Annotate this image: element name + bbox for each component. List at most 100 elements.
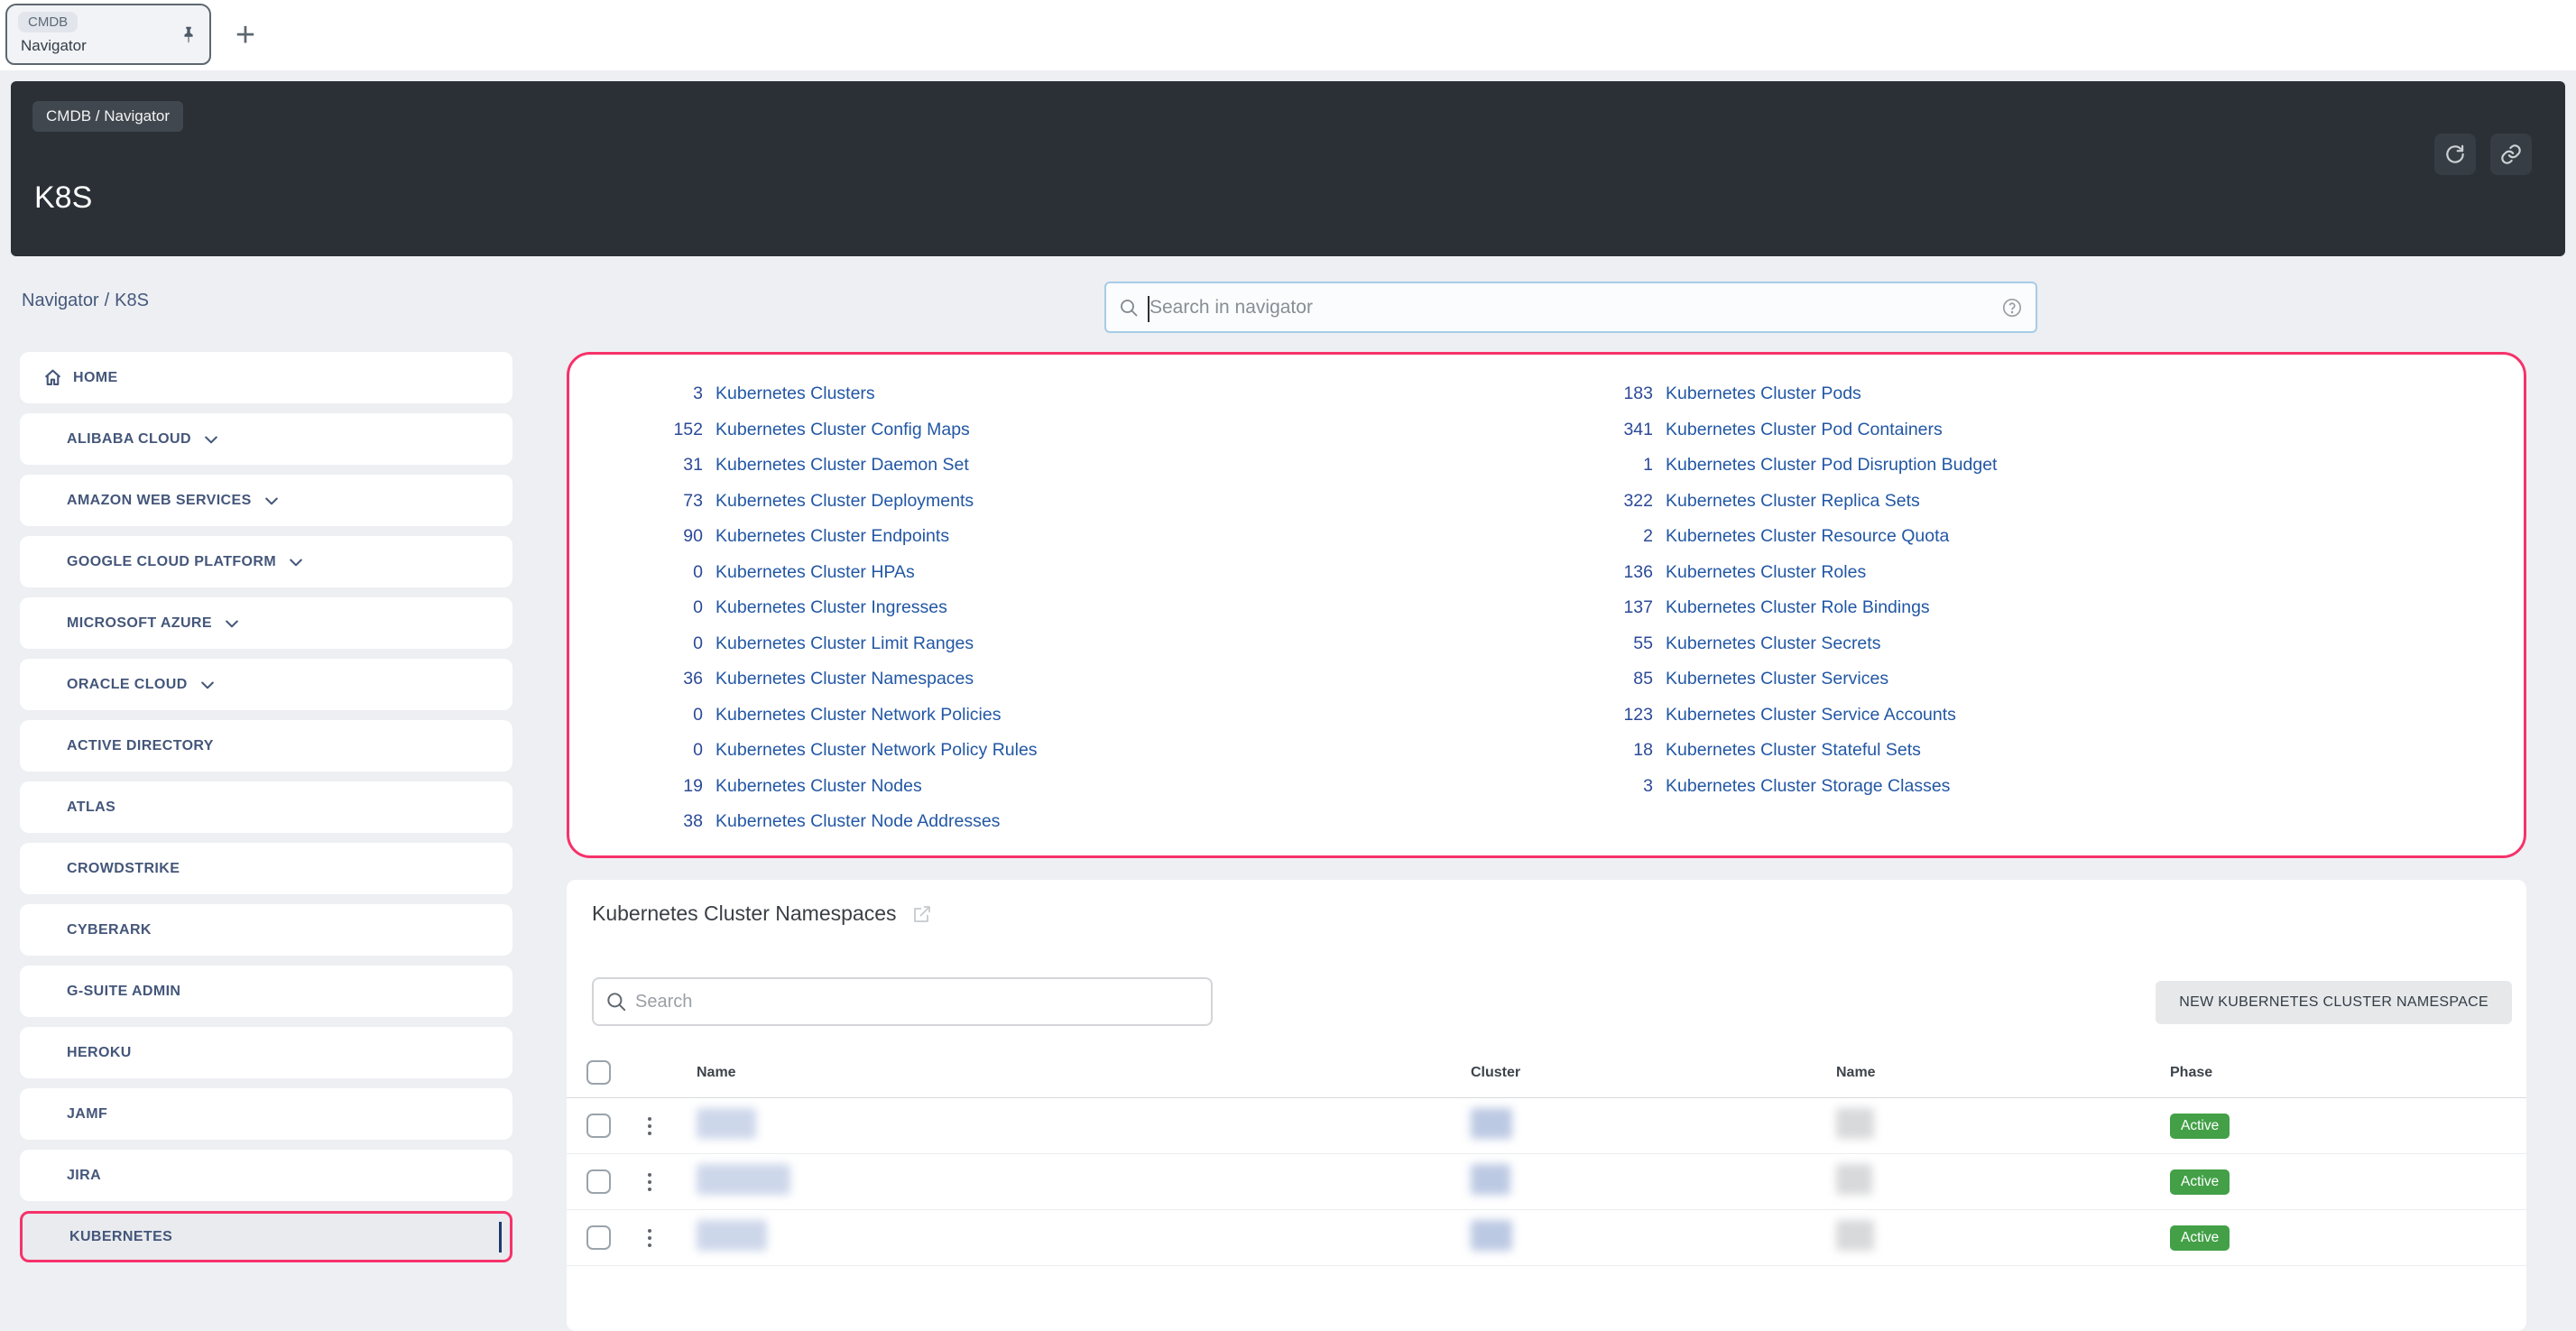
navigator-link-kubernetes-cluster-services[interactable]: Kubernetes Cluster Services [1666, 661, 1888, 698]
navigator-link-kubernetes-cluster-node-addresses[interactable]: Kubernetes Cluster Node Addresses [716, 804, 1000, 840]
kebab-menu-icon[interactable] [648, 1229, 652, 1247]
navigator-link-kubernetes-cluster-resource-quota[interactable]: Kubernetes Cluster Resource Quota [1666, 519, 1949, 555]
sidebar-item-amazon-web-services[interactable]: AMAZON WEB SERVICES [20, 475, 512, 526]
sidebar-item-label: HEROKU [67, 1045, 132, 1061]
sidebar-item-kubernetes[interactable]: KUBERNETES [20, 1211, 512, 1262]
sidebar-item-oracle-cloud[interactable]: ORACLE CLOUD [20, 659, 512, 710]
redacted-cluster-cell [1471, 1164, 1510, 1195]
link-count: 31 [569, 448, 703, 484]
navigator-link-kubernetes-cluster-nodes[interactable]: Kubernetes Cluster Nodes [716, 769, 922, 805]
navigator-links-left: 3Kubernetes Clusters152 Kubernetes Cluste… [569, 376, 1547, 834]
navigator-link-row: 36Kubernetes Cluster Namespaces [569, 661, 1547, 698]
sidebar-item-label: JAMF [67, 1106, 107, 1123]
help-icon[interactable] [2001, 297, 2023, 319]
navigator-search [1104, 282, 2037, 333]
kebab-menu-icon[interactable] [648, 1117, 652, 1135]
navigator-search-input[interactable] [1106, 283, 2036, 331]
navigator-link-kubernetes-clusters[interactable]: Kubernetes Clusters [716, 376, 875, 412]
pin-icon[interactable] [179, 24, 199, 44]
link-count: 123 [1547, 698, 1653, 734]
sidebar-item-label: CROWDSTRIKE [67, 861, 180, 877]
sidebar-item-jira[interactable]: JIRA [20, 1150, 512, 1201]
navigator-link-kubernetes-cluster-pod-disruption-budget[interactable]: Kubernetes Cluster Pod Disruption Budget [1666, 448, 1997, 484]
navigator-link-kubernetes-cluster-role-bindings[interactable]: Kubernetes Cluster Role Bindings [1666, 590, 1930, 626]
navigator-link-row: 0Kubernetes Cluster HPAs [569, 555, 1547, 591]
table-row: Active [567, 1154, 2526, 1210]
link-count: 55 [1547, 626, 1653, 662]
select-all-checkbox[interactable] [586, 1060, 611, 1085]
new-namespace-button[interactable]: NEW KUBERNETES CLUSTER NAMESPACE [2156, 981, 2512, 1024]
sidebar-item-label: GOOGLE CLOUD PLATFORM [67, 554, 276, 570]
sidebar-item-crowdstrike[interactable]: CROWDSTRIKE [20, 843, 512, 894]
navigator-link-kubernetes-cluster-stateful-sets[interactable]: Kubernetes Cluster Stateful Sets [1666, 733, 1921, 769]
redacted-name2-cell [1836, 1164, 1872, 1195]
navigator-link-kubernetes-cluster-namespaces[interactable]: Kubernetes Cluster Namespaces [716, 661, 974, 698]
navigator-link-kubernetes-cluster-network-policy-rules[interactable]: Kubernetes Cluster Network Policy Rules [716, 733, 1038, 769]
navigator-link-row: 183Kubernetes Cluster Pods [1547, 376, 2524, 412]
navigator-link-kubernetes-cluster-pod-containers[interactable]: Kubernetes Cluster Pod Containers [1666, 412, 1943, 448]
page-title: K8S [34, 180, 92, 216]
navigator-link-kubernetes-cluster-roles[interactable]: Kubernetes Cluster Roles [1666, 555, 1866, 591]
sidebar-item-google-cloud-platform[interactable]: GOOGLE CLOUD PLATFORM [20, 536, 512, 587]
sidebar-item-home[interactable]: HOME [20, 352, 512, 403]
navigator-link-kubernetes-cluster-replica-sets[interactable]: Kubernetes Cluster Replica Sets [1666, 484, 1920, 520]
row-checkbox[interactable] [586, 1114, 611, 1138]
kebab-menu-icon[interactable] [648, 1173, 652, 1191]
breadcrumb-separator: / [105, 291, 110, 310]
redacted-cluster-cell [1471, 1108, 1512, 1139]
navigator-link-kubernetes-cluster-pods[interactable]: Kubernetes Cluster Pods [1666, 376, 1861, 412]
table-header-row: Name Cluster Name Phase [567, 1048, 2526, 1098]
navigator-link-kubernetes-cluster-secrets[interactable]: Kubernetes Cluster Secrets [1666, 626, 1880, 662]
sidebar-item-atlas[interactable]: ATLAS [20, 781, 512, 833]
tab-label: Navigator [21, 37, 87, 55]
link-count: 322 [1547, 484, 1653, 520]
new-tab-button[interactable]: + [226, 9, 265, 61]
chevron-down-icon [202, 430, 220, 448]
phase-badge: Active [2170, 1225, 2230, 1251]
sidebar-item-active-directory[interactable]: ACTIVE DIRECTORY [20, 720, 512, 772]
namespaces-search-input[interactable] [594, 979, 1211, 1024]
navigator-link-row: 0Kubernetes Cluster Ingresses [569, 590, 1547, 626]
navigator-links-right: 183Kubernetes Cluster Pods341Kubernetes … [1547, 376, 2524, 834]
sidebar-item-label: HOME [73, 370, 118, 386]
navigator-link-kubernetes-cluster-network-policies[interactable]: Kubernetes Cluster Network Policies [716, 698, 1001, 734]
link-count: 2 [1547, 519, 1653, 555]
navigator-link-kubernetes-cluster-config-maps[interactable]: Kubernetes Cluster Config Maps [716, 412, 970, 448]
sidebar-item-microsoft-azure[interactable]: MICROSOFT AZURE [20, 597, 512, 649]
navigator-link-kubernetes-cluster-service-accounts[interactable]: Kubernetes Cluster Service Accounts [1666, 698, 1956, 734]
navigator-link-row: 3Kubernetes Clusters [569, 376, 1547, 412]
tab-app-badge: CMDB [18, 12, 78, 32]
link-count: 3 [1547, 769, 1653, 805]
navigator-link-kubernetes-cluster-deployments[interactable]: Kubernetes Cluster Deployments [716, 484, 974, 520]
link-count: 90 [569, 519, 703, 555]
phase-badge: Active [2170, 1114, 2230, 1139]
refresh-button[interactable] [2434, 134, 2476, 175]
link-count: 136 [1547, 555, 1653, 591]
sidebar-item-jamf[interactable]: JAMF [20, 1088, 512, 1140]
sidebar-item-cyberark[interactable]: CYBERARK [20, 904, 512, 956]
link-count: 152 [569, 412, 703, 448]
navigator-link-kubernetes-cluster-daemon-set[interactable]: Kubernetes Cluster Daemon Set [716, 448, 969, 484]
row-checkbox[interactable] [586, 1169, 611, 1194]
breadcrumb: Navigator/K8S [22, 291, 154, 311]
copy-link-button[interactable] [2490, 134, 2532, 175]
table-row: Active [567, 1210, 2526, 1266]
sidebar-item-label: G-SUITE ADMIN [67, 984, 180, 1000]
sidebar-item-heroku[interactable]: HEROKU [20, 1027, 512, 1078]
navigator-link-kubernetes-cluster-limit-ranges[interactable]: Kubernetes Cluster Limit Ranges [716, 626, 974, 662]
navigator-link-row: 123 Kubernetes Cluster Service Accounts [1547, 698, 2524, 734]
navigator-link-kubernetes-cluster-hpas[interactable]: Kubernetes Cluster HPAs [716, 555, 915, 591]
navigator-link-row: 0Kubernetes Cluster Network Policy Rules [569, 733, 1547, 769]
sidebar-item-label: JIRA [67, 1168, 101, 1184]
breadcrumb-navigator[interactable]: Navigator [22, 291, 99, 310]
navigator-links-panel: 3Kubernetes Clusters152Kubernetes Cluste… [567, 352, 2526, 858]
navigator-link-kubernetes-cluster-storage-classes[interactable]: Kubernetes Cluster Storage Classes [1666, 769, 1950, 805]
navigator-link-row: 1Kubernetes Cluster Pod Disruption Budge… [1547, 448, 2524, 484]
tab-cmdb-navigator[interactable]: CMDB Navigator [5, 4, 211, 65]
navigator-link-kubernetes-cluster-endpoints[interactable]: Kubernetes Cluster Endpoints [716, 519, 949, 555]
navigator-link-kubernetes-cluster-ingresses[interactable]: Kubernetes Cluster Ingresses [716, 590, 947, 626]
sidebar-item-alibaba-cloud[interactable]: ALIBABA CLOUD [20, 413, 512, 465]
sidebar-item-g-suite-admin[interactable]: G-SUITE ADMIN [20, 966, 512, 1017]
external-link-icon[interactable] [911, 903, 933, 925]
row-checkbox[interactable] [586, 1225, 611, 1250]
